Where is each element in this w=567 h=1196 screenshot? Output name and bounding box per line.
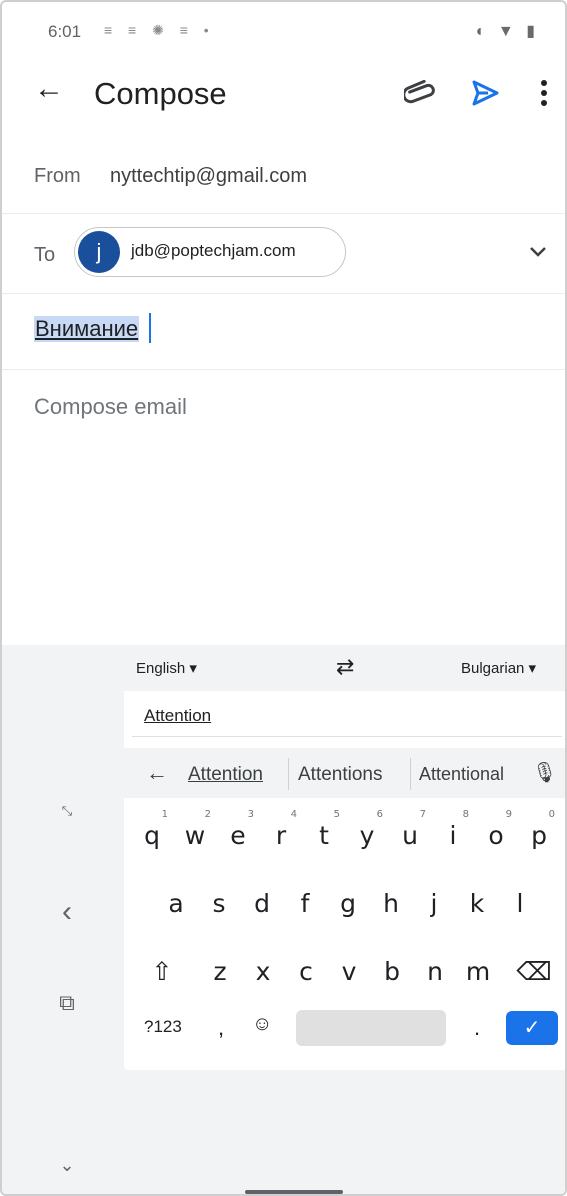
to-field[interactable]: To j jdb@poptechjam.com xyxy=(2,214,565,294)
suggestion-divider xyxy=(410,758,411,790)
send-icon[interactable] xyxy=(470,76,500,110)
key-n[interactable]: n xyxy=(415,941,455,995)
key-w[interactable]: 2w xyxy=(175,805,215,859)
shift-key[interactable]: ⇧ xyxy=(142,941,182,995)
key-q[interactable]: 1q xyxy=(132,805,172,859)
system-icons: ◐ ▼ ▮ xyxy=(475,23,539,40)
key-e[interactable]: 3e xyxy=(218,805,258,859)
target-language-select[interactable]: Bulgarian ▾ xyxy=(461,659,536,677)
swap-languages-icon[interactable]: ⇄ xyxy=(336,654,354,680)
key-g[interactable]: g xyxy=(328,873,368,927)
status-bar: 6:01 ≡ ≡ ✺ ≡ • ◐ ▼ ▮ xyxy=(2,2,565,62)
keyboard: English ▾ ⇄ Bulgarian ▾ Attention ← Atte… xyxy=(124,645,565,1070)
enter-key[interactable]: ✓ xyxy=(506,1011,558,1045)
notification-icons: ≡ ≡ ✺ ≡ • xyxy=(104,22,215,38)
suggestion-2[interactable]: Attentions xyxy=(298,764,383,786)
from-address[interactable]: nyttechtip@gmail.com xyxy=(110,165,307,188)
translate-bar: English ▾ ⇄ Bulgarian ▾ xyxy=(124,645,565,691)
status-time: 6:01 xyxy=(48,22,82,41)
backspace-key[interactable]: ⌫ xyxy=(514,941,554,995)
key-b[interactable]: b xyxy=(372,941,412,995)
translate-input[interactable]: Attention xyxy=(132,693,562,737)
expand-keyboard-icon[interactable]: ⤡ xyxy=(42,804,92,845)
key-k[interactable]: k xyxy=(457,873,497,927)
attach-icon[interactable] xyxy=(404,76,438,110)
key-a[interactable]: a xyxy=(156,873,196,927)
key-row-4: ?123 , ☺ . ✓ xyxy=(124,1005,565,1053)
key-x[interactable]: x xyxy=(243,941,283,995)
keyboard-area: ⤡ ‹ ⧉ ⌄ English ▾ ⇄ Bulgarian ▾ Attentio… xyxy=(2,645,565,1194)
recipient-address: jdb@poptechjam.com xyxy=(131,241,296,260)
key-s[interactable]: s xyxy=(199,873,239,927)
suggestion-bar: ← Attention Attentions Attentional 🎙 xyxy=(124,748,565,798)
more-vert-icon[interactable] xyxy=(534,76,554,110)
floating-keyboard-icon[interactable]: ⧉ xyxy=(42,990,92,1030)
key-y[interactable]: 6y xyxy=(347,805,387,859)
key-z[interactable]: z xyxy=(200,941,240,995)
avatar: j xyxy=(78,231,120,273)
period-key[interactable]: . xyxy=(474,1015,480,1041)
phone-frame: 6:01 ≡ ≡ ✺ ≡ • ◐ ▼ ▮ ← Compose From nytt… xyxy=(0,0,567,1196)
key-r[interactable]: 4r xyxy=(261,805,301,859)
suggestion-1[interactable]: Attention xyxy=(188,764,263,786)
translate-input-text: Attention xyxy=(144,706,212,725)
subject-text[interactable]: Внимание xyxy=(34,316,140,342)
key-f[interactable]: f xyxy=(285,873,325,927)
chevron-down-icon[interactable] xyxy=(527,244,549,260)
key-o[interactable]: 9o xyxy=(476,805,516,859)
emoji-key[interactable]: ☺ xyxy=(252,1013,272,1036)
from-label: From xyxy=(34,165,81,187)
suggestion-3[interactable]: Attentional xyxy=(419,764,504,785)
key-p[interactable]: 0p xyxy=(519,805,559,859)
page-title: Compose xyxy=(94,76,227,111)
from-field[interactable]: From nyttechtip@gmail.com xyxy=(2,142,565,214)
hide-keyboard-icon[interactable]: ⌄ xyxy=(42,1155,92,1194)
key-m[interactable]: m xyxy=(458,941,498,995)
to-label: To xyxy=(34,244,56,266)
microphone-icon[interactable]: 🎙 xyxy=(532,760,557,785)
key-l[interactable]: l xyxy=(500,873,540,927)
gesture-bar[interactable] xyxy=(245,1190,343,1194)
key-i[interactable]: 8i xyxy=(433,805,473,859)
source-language-select[interactable]: English ▾ xyxy=(136,659,197,677)
text-cursor xyxy=(149,313,151,343)
key-c[interactable]: c xyxy=(286,941,326,995)
key-v[interactable]: v xyxy=(329,941,369,995)
comma-key[interactable]: , xyxy=(218,1015,224,1041)
subject-field[interactable]: Внимание xyxy=(2,294,565,370)
space-key[interactable] xyxy=(296,1010,446,1046)
compose-body-placeholder[interactable]: Compose email xyxy=(34,394,187,420)
key-d[interactable]: d xyxy=(242,873,282,927)
key-u[interactable]: 7u xyxy=(390,805,430,859)
key-j[interactable]: j xyxy=(414,873,454,927)
key-t[interactable]: 5t xyxy=(304,805,344,859)
suggestion-divider xyxy=(288,758,289,790)
recipient-chip[interactable]: j jdb@poptechjam.com xyxy=(74,227,346,277)
back-arrow-icon[interactable]: ← xyxy=(34,74,64,104)
key-h[interactable]: h xyxy=(371,873,411,927)
move-keyboard-left-icon[interactable]: ‹ xyxy=(42,895,92,935)
app-bar: ← Compose xyxy=(2,64,565,124)
suggestion-back-icon[interactable]: ← xyxy=(146,760,168,786)
symbols-key[interactable]: ?123 xyxy=(144,1017,182,1037)
